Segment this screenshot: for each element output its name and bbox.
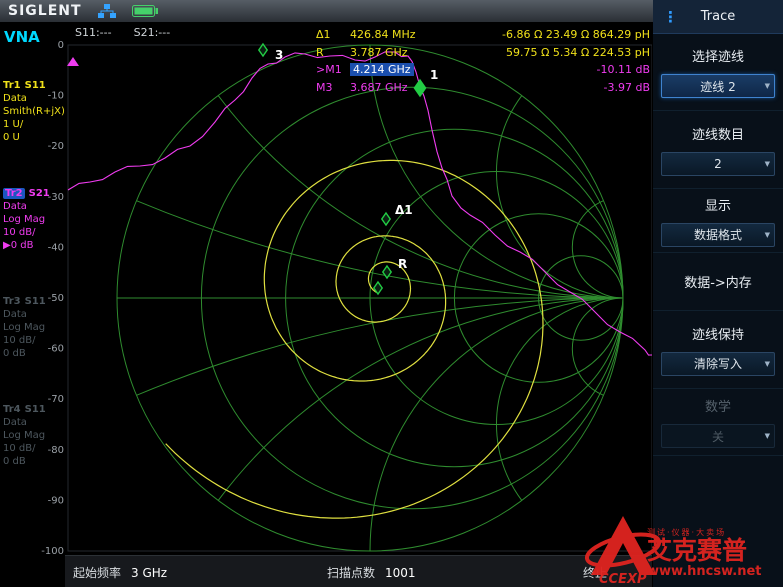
menu-label-trace-hold: 迹线保持 [653, 324, 783, 343]
marker-value: -10.11 dB [597, 63, 651, 76]
dropdown-value: 清除写入 [694, 355, 742, 372]
marker-name: M3 [316, 81, 348, 94]
svg-text:-10: -10 [48, 91, 64, 102]
menu-label-display: 显示 [653, 195, 783, 214]
marker-readout-row: M33.687 GHz -3.97 dB [316, 79, 650, 97]
trace2-ref-marker [67, 57, 79, 66]
marker-frequency: 3.787 GHz [350, 46, 408, 59]
marker-diamond[interactable] [374, 282, 382, 294]
menu-item-select-trace: 选择迹线迹线 2 ▼ [653, 34, 783, 111]
svg-text:-100: -100 [41, 546, 64, 555]
y-axis-labels: 0 -10 -20 -30 -40 -50 -60 -70 -80 -90 -100 [41, 40, 64, 555]
status-bar: 起始频率3 GHz 扫描点数1001 终止 [65, 555, 652, 587]
chevron-down-icon: ▼ [765, 432, 770, 440]
sweep-points-label: 扫描点数 [327, 566, 375, 580]
channel-labels: S11:--- S21:--- [75, 26, 170, 39]
svg-text:-90: -90 [48, 495, 64, 506]
trace-id: Tr2 [3, 188, 25, 199]
ccexp-logo-text: CCEXP [599, 572, 647, 587]
svg-text:-50: -50 [48, 293, 64, 304]
marker-frequency: 426.84 MHz [350, 28, 416, 41]
menu-label-trace-count: 迹线数目 [653, 124, 783, 143]
menu-label-math: 数学 [653, 396, 783, 415]
panel-menu: 选择迹线迹线 2▼迹线数目2▼显示数据格式▼数据->内存迹线保持清除写入▼数学关… [653, 34, 783, 456]
dropdown-value: 迹线 2 [700, 78, 735, 95]
menu-item-trace-count: 迹线数目2▼ [653, 111, 783, 189]
marker-label: Δ1 [395, 203, 413, 217]
network-icon [98, 4, 116, 18]
trace-id: Tr3 [3, 296, 21, 307]
menu-dots-icon[interactable]: ⋮ [663, 8, 678, 26]
menu-label-data-to-memory: 数据->内存 [653, 272, 783, 291]
trace-s21-logmag [68, 52, 652, 355]
chevron-down-icon: ▼ [765, 82, 770, 90]
menu-item-math: 数学关▼ [653, 389, 783, 456]
marker-value: -3.97 dB [604, 81, 651, 94]
start-freq-value[interactable]: 3 GHz [131, 566, 167, 580]
marker-frequency: 3.687 GHz [350, 81, 408, 94]
menu-dropdown-math[interactable]: 关▼ [661, 424, 775, 448]
start-freq-label: 起始频率 [73, 566, 121, 580]
siglent-logo: SIGLENT [8, 3, 82, 19]
svg-text:-70: -70 [48, 394, 64, 405]
battery-icon [132, 5, 159, 17]
svg-text:0: 0 [58, 40, 64, 51]
dropdown-value: 关 [712, 428, 724, 445]
plot-area: 0-10-20-30-40-50-60-70-80-90-10031Δ1R S1… [40, 22, 652, 555]
dropdown-value: 2 [714, 157, 722, 171]
menu-dropdown-trace-hold[interactable]: 清除写入 ▼ [661, 352, 775, 376]
dropdown-value: 数据格式 [694, 226, 742, 243]
watermark: CCEXP 测试·仪器·大卖场 艾克赛普 www.hncsw.net [583, 509, 781, 585]
channel-s21: S21:--- [134, 26, 171, 39]
trace-s11-smith [166, 160, 543, 518]
menu-dropdown-trace-count[interactable]: 2▼ [661, 152, 775, 176]
marker-diamond[interactable] [259, 44, 267, 56]
marker-value: 59.75 Ω 5.34 Ω 224.53 pH [506, 46, 650, 59]
menu-dropdown-select-trace[interactable]: 迹线 2 ▼ [661, 74, 775, 98]
chevron-down-icon: ▼ [765, 160, 770, 168]
marker-frequency[interactable]: 4.214 GHz [350, 63, 414, 76]
svg-text:-60: -60 [48, 344, 64, 355]
panel-title: Trace [701, 9, 736, 24]
menu-item-display: 显示数据格式 ▼ [653, 189, 783, 253]
watermark-brand: 艾克赛普 [647, 538, 762, 564]
marker-name: R [316, 46, 348, 59]
menu-dropdown-display[interactable]: 数据格式 ▼ [661, 223, 775, 247]
watermark-url: www.hncsw.net [647, 564, 762, 579]
menu-label-select-trace: 选择迹线 [653, 46, 783, 65]
marker-readouts: Δ1426.84 MHz-6.86 Ω 23.49 Ω 864.29 pHR3.… [316, 26, 650, 96]
menu-item-data-to-memory[interactable]: 数据->内存 [653, 253, 783, 311]
marker-value: -6.86 Ω 23.49 Ω 864.29 pH [502, 28, 650, 41]
vna-screen: SIGLENT VNA Tr1S11DataSmith(R+jX)1 U/0 U… [0, 0, 783, 587]
smith-chart-grid [117, 45, 623, 551]
trace-id: Tr1 [3, 80, 21, 91]
svg-text:-80: -80 [48, 445, 64, 456]
marker-readout-row: R3.787 GHz 59.75 Ω 5.34 Ω 224.53 pH [316, 44, 650, 62]
right-panel: ⋮ Trace 选择迹线迹线 2▼迹线数目2▼显示数据格式▼数据->内存迹线保持… [653, 0, 783, 587]
top-bar: SIGLENT [0, 0, 653, 22]
marker-label: 3 [275, 48, 283, 62]
marker-readout-row: >M14.214 GHz -10.11 dB [316, 61, 650, 79]
chevron-down-icon: ▼ [765, 231, 770, 239]
sweep-points: 扫描点数 1001 [327, 564, 416, 581]
chevron-down-icon: ▼ [765, 360, 770, 368]
marker-label: R [398, 257, 407, 271]
sweep-points-value[interactable]: 1001 [385, 566, 416, 580]
svg-text:-40: -40 [48, 242, 64, 253]
channel-s11: S11:--- [75, 26, 112, 39]
marker-name: >M1 [316, 63, 348, 76]
svg-text:-20: -20 [48, 141, 64, 152]
trace-id: Tr4 [3, 404, 21, 415]
svg-text:-30: -30 [48, 192, 64, 203]
marker-name: Δ1 [316, 28, 348, 41]
marker-diamond[interactable] [382, 213, 390, 225]
menu-item-trace-hold: 迹线保持清除写入 ▼ [653, 311, 783, 389]
marker-readout-row: Δ1426.84 MHz -6.86 Ω 23.49 Ω 864.29 pH [316, 26, 650, 44]
watermark-text: 测试·仪器·大卖场 艾克赛普 www.hncsw.net [647, 527, 762, 585]
start-frequency: 起始频率 3 GHz [73, 564, 167, 581]
plot-svg: 0-10-20-30-40-50-60-70-80-90-10031Δ1R [40, 22, 652, 555]
panel-header: ⋮ Trace [653, 0, 783, 34]
